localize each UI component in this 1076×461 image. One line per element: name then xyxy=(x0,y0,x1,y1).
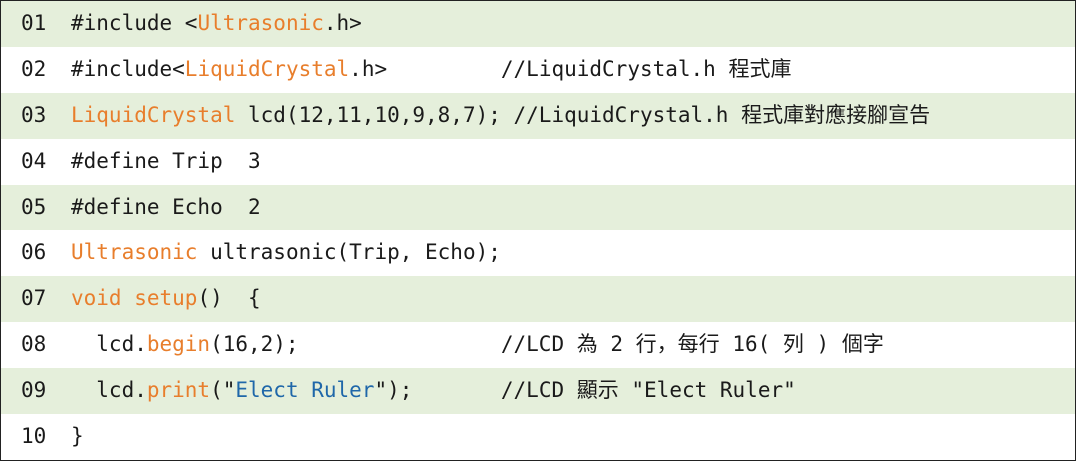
code-token: .h> xyxy=(323,11,362,35)
code-text: } xyxy=(71,424,84,448)
code-token: .h> //LiquidCrystal.h xyxy=(349,56,729,81)
code-listing: 01 #include <Ultrasonic.h> 02 #include<Liqu… xyxy=(0,0,1076,461)
code-text: void setup() { xyxy=(71,286,261,310)
line-number: 08 xyxy=(21,332,47,357)
code-text: #define Echo 2 xyxy=(71,195,261,219)
code-keyword: print xyxy=(146,378,211,403)
code-keyword: Ultrasonic xyxy=(71,240,198,265)
line-number: 10 xyxy=(21,424,47,449)
code-token: #include < xyxy=(71,11,198,35)
code-keyword: void xyxy=(71,286,122,311)
code-line: 02 #include<LiquidCrystal.h> //LiquidCrys… xyxy=(1,47,1075,93)
code-keyword: setup xyxy=(134,286,198,311)
code-line: 07 void setup() { xyxy=(1,276,1075,323)
code-line: 08 lcd.begin(16,2); //LCD 為 2 行，每行 16( 列… xyxy=(1,322,1075,368)
code-token: 16( xyxy=(719,332,783,357)
code-comment-text: 個字 xyxy=(841,332,884,357)
line-number: 07 xyxy=(21,286,47,311)
code-token: #define Trip 3 xyxy=(71,148,261,173)
code-comment-text: 為 xyxy=(576,332,598,357)
code-text: #define Trip 3 xyxy=(71,149,261,173)
code-line: 01 #include <Ultrasonic.h> xyxy=(1,1,1075,47)
code-token: ultrasonic(Trip, Echo); xyxy=(197,240,501,265)
code-token: 2 xyxy=(597,332,636,357)
code-line: 10} xyxy=(1,414,1075,460)
code-token: "Elect Ruler" xyxy=(618,378,796,403)
line-number: 03 xyxy=(21,102,47,127)
code-text: lcd.begin(16,2); //LCD 為 2 行，每行 16( 列 ) … xyxy=(71,332,884,356)
code-text: Ultrasonic ultrasonic(Trip, Echo); xyxy=(71,240,501,264)
code-string: Elect Ruler xyxy=(235,378,375,403)
code-line: 03 LiquidCrystal lcd(12,11,10,9,8,7); //L… xyxy=(1,92,1075,139)
line-number: 05 xyxy=(21,194,47,219)
code-line: 09 lcd.print("Elect Ruler"); //LCD 顯示 "E… xyxy=(1,368,1075,415)
code-token: () { xyxy=(197,286,261,311)
code-comment-text: 程式庫 xyxy=(728,56,792,81)
code-text: LiquidCrystal lcd(12,11,10,9,8,7); //Liq… xyxy=(71,103,930,127)
code-token: #include< xyxy=(71,56,185,81)
code-keyword: LiquidCrystal xyxy=(184,56,350,81)
code-token: "); //LCD xyxy=(374,378,577,403)
code-comment-text: 程式庫對應接腳宣告 xyxy=(741,102,931,127)
code-keyword: begin xyxy=(146,332,211,357)
code-token: #define Echo 2 xyxy=(71,194,261,219)
code-token: lcd. xyxy=(71,332,147,357)
line-number: 09 xyxy=(21,378,47,403)
line-number: 04 xyxy=(21,148,47,173)
code-token: ) xyxy=(803,332,842,357)
code-text: #include<LiquidCrystal.h> //LiquidCrysta… xyxy=(71,57,791,81)
code-line: 04 #define Trip 3 xyxy=(1,139,1075,185)
code-keyword: LiquidCrystal xyxy=(71,102,236,127)
code-token: (16,2); //LCD xyxy=(210,332,577,357)
code-text: #include <Ultrasonic.h> xyxy=(71,11,362,35)
code-line: 06 Ultrasonic ultrasonic(Trip, Echo); xyxy=(1,230,1075,276)
line-number: 06 xyxy=(21,240,47,265)
code-comment-text: 顯示 xyxy=(576,378,619,403)
code-line: 05 #define Echo 2 xyxy=(1,184,1075,231)
code-token: (" xyxy=(210,378,236,403)
line-number: 02 xyxy=(21,56,47,81)
code-keyword: Ultrasonic xyxy=(197,11,324,35)
code-token: lcd(12,11,10,9,8,7); //LiquidCrystal.h xyxy=(235,102,742,127)
line-number: 01 xyxy=(21,11,47,35)
code-comment-text: 行，每行 xyxy=(635,332,720,357)
code-token: lcd. xyxy=(71,378,147,403)
code-text: lcd.print("Elect Ruler"); //LCD 顯示 "Elec… xyxy=(71,378,796,403)
code-token: } xyxy=(71,424,84,449)
code-comment-text: 列 xyxy=(782,332,804,357)
